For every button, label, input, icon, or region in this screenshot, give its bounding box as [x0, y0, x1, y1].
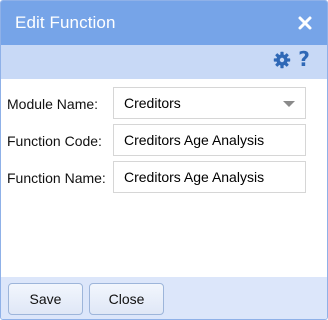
- dialog-toolbar: ?: [1, 45, 327, 79]
- dialog-footer: Save Close: [1, 277, 327, 319]
- chevron-down-icon: [283, 101, 295, 107]
- close-button[interactable]: Close: [89, 283, 164, 315]
- function-name-value: Creditors Age Analysis: [124, 169, 265, 185]
- dialog-titlebar: Edit Function: [1, 1, 327, 45]
- function-code-label: Function Code:: [7, 133, 102, 149]
- module-name-value: Creditors: [124, 95, 181, 111]
- function-name-label: Function Name:: [7, 170, 106, 186]
- function-form: Module Name: Creditors Function Code: Cr…: [1, 79, 327, 277]
- dialog-title: Edit Function: [15, 13, 116, 32]
- function-code-field[interactable]: Creditors Age Analysis: [113, 124, 306, 156]
- save-button[interactable]: Save: [8, 283, 83, 315]
- edit-function-dialog: Edit Function ? Module Name: Creditors F…: [0, 0, 328, 320]
- close-icon[interactable]: [297, 15, 313, 31]
- help-icon[interactable]: ?: [295, 47, 313, 71]
- function-code-value: Creditors Age Analysis: [124, 132, 265, 148]
- function-name-field[interactable]: Creditors Age Analysis: [113, 161, 306, 193]
- module-name-label: Module Name:: [7, 96, 99, 112]
- module-name-select[interactable]: Creditors: [113, 87, 306, 119]
- gear-icon[interactable]: [273, 51, 291, 69]
